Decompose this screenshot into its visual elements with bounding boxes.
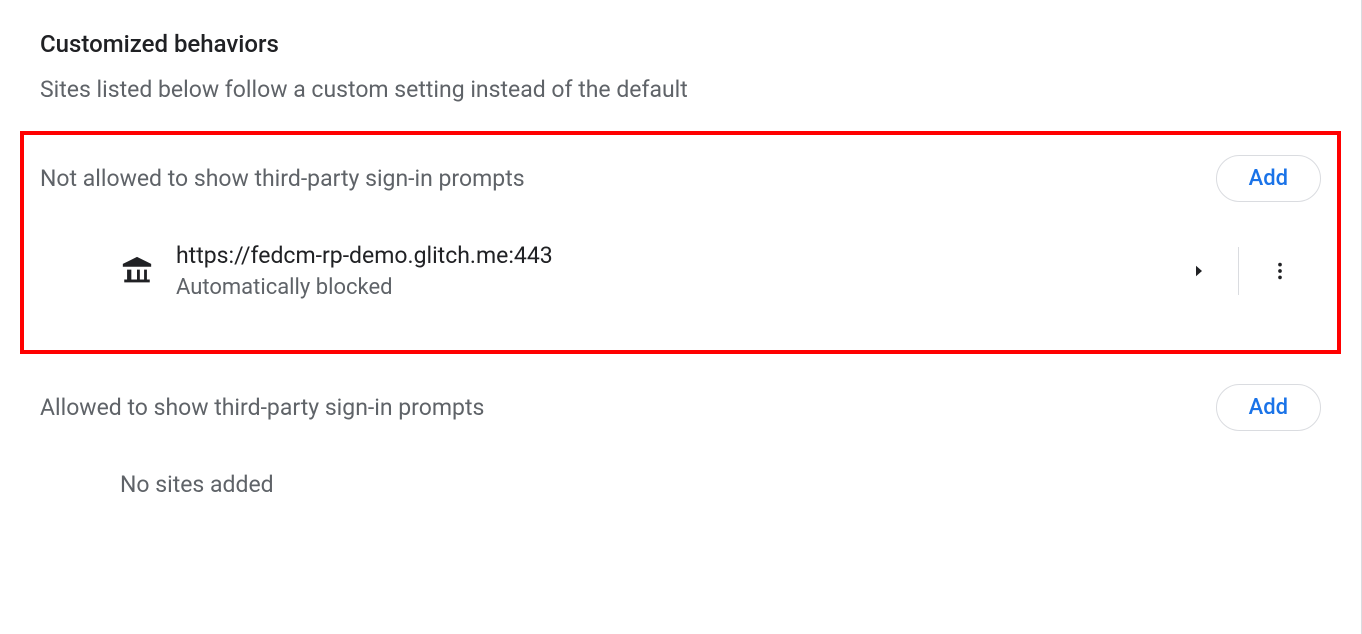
allowed-section: Allowed to show third-party sign-in prom… [40, 374, 1321, 498]
add-allowed-button[interactable]: Add [1216, 384, 1321, 431]
institution-icon [120, 254, 154, 288]
section-title: Customized behaviors [40, 30, 1321, 58]
add-not-allowed-button[interactable]: Add [1216, 155, 1321, 202]
row-actions [1160, 240, 1321, 302]
disclosure-button[interactable] [1160, 242, 1238, 300]
site-info: https://fedcm-rp-demo.glitch.me:443 Auto… [176, 242, 1160, 300]
site-status: Automatically blocked [176, 275, 1160, 300]
not-allowed-header: Not allowed to show third-party sign-in … [40, 155, 1321, 202]
allowed-heading: Allowed to show third-party sign-in prom… [40, 394, 484, 421]
settings-panel: Customized behaviors Sites listed below … [0, 0, 1362, 634]
allowed-header: Allowed to show third-party sign-in prom… [40, 384, 1321, 431]
not-allowed-section: Not allowed to show third-party sign-in … [20, 131, 1341, 354]
chevron-right-icon [1190, 262, 1208, 280]
not-allowed-heading: Not allowed to show third-party sign-in … [40, 165, 525, 192]
more-vert-icon [1269, 260, 1291, 282]
site-row[interactable]: https://fedcm-rp-demo.glitch.me:443 Auto… [40, 232, 1321, 310]
more-options-button[interactable] [1239, 240, 1321, 302]
allowed-empty-text: No sites added [40, 471, 1321, 498]
site-url: https://fedcm-rp-demo.glitch.me:443 [176, 242, 1160, 269]
section-description: Sites listed below follow a custom setti… [40, 76, 1321, 103]
